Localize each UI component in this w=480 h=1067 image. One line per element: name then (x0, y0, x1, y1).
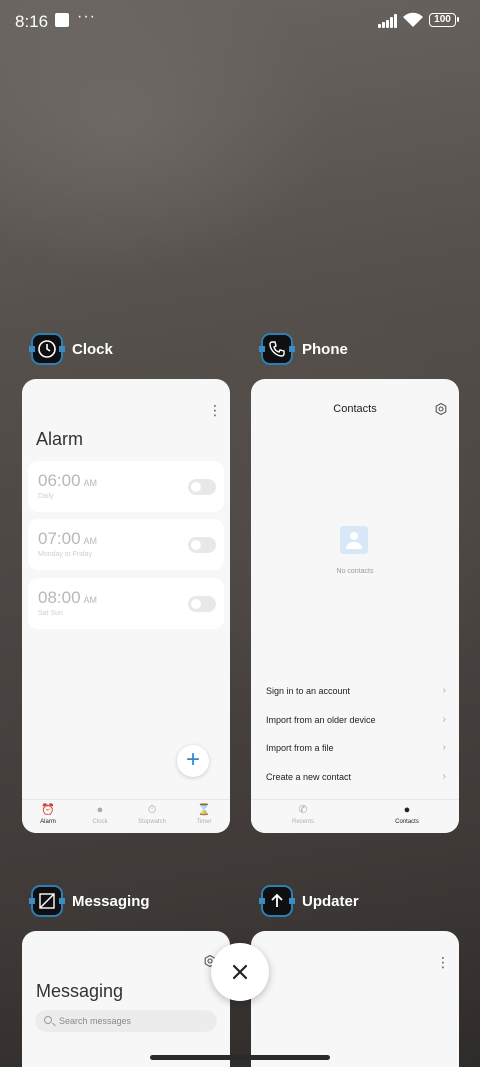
empty-state-text: No contacts (336, 568, 374, 575)
close-icon (232, 964, 248, 980)
app-header-clock[interactable]: Clock (29, 333, 113, 365)
alarm-item[interactable]: 06:00 AM Daily (28, 461, 224, 512)
phone-app-card[interactable]: Contacts No contacts Sign in to an accou… (251, 379, 459, 833)
app-header-messaging[interactable]: Messaging (29, 885, 150, 917)
messaging-app-card[interactable]: Messaging Search messages (22, 931, 230, 1067)
chevron-right-icon: › (442, 714, 446, 725)
alarm-item[interactable]: 08:00 AM Sat Sun (28, 578, 224, 629)
tab-label: Recents (291, 819, 314, 825)
contact-placeholder-icon (340, 526, 368, 554)
wifi-icon (403, 12, 423, 27)
status-time: 8:16 (15, 12, 49, 31)
clock-icon (29, 333, 65, 365)
alarm-item[interactable]: 07:00 AM Monday to Friday (28, 519, 224, 570)
tab-alarm[interactable]: ⏰ Alarm (22, 800, 74, 833)
app-name: Phone (302, 340, 348, 358)
alarm-toggle[interactable] (188, 537, 216, 553)
chevron-right-icon: › (442, 771, 446, 782)
add-alarm-button[interactable]: + (177, 745, 209, 777)
updater-app-card[interactable]: ⋮ (251, 931, 459, 1067)
search-placeholder: Search messages (59, 1016, 132, 1026)
chevron-right-icon: › (442, 742, 446, 753)
more-options-icon[interactable]: ⋮ (436, 955, 450, 969)
alarm-ampm: AM (83, 478, 98, 488)
phone-handset-icon: ✆ (298, 804, 308, 816)
alarm-time: 08:00 (38, 588, 81, 607)
action-label: Create a new contact (266, 772, 352, 782)
clock-tab-bar: ⏰ Alarm ● Clock ⏱ Stopwatch ⌛ Timer (22, 799, 230, 833)
phone-icon (259, 333, 295, 365)
tab-label: Alarm (40, 819, 56, 825)
app-name: Updater (302, 892, 359, 910)
battery-icon: 100 (429, 13, 459, 27)
action-label: Sign in to an account (266, 686, 351, 696)
app-name: Messaging (72, 892, 150, 910)
import-older-device-action[interactable]: Import from an older device › (266, 714, 446, 725)
app-name: Clock (72, 340, 113, 358)
tab-contacts[interactable]: ● Contacts (355, 800, 459, 833)
import-file-action[interactable]: Import from a file › (266, 742, 446, 753)
screen-title: Messaging (36, 981, 124, 1001)
tab-recents[interactable]: ✆ Recents (251, 800, 355, 833)
alarm-icon: ⏰ (41, 804, 55, 816)
sign-in-account-action[interactable]: Sign in to an account › (266, 685, 446, 696)
search-messages-input[interactable]: Search messages (35, 1010, 217, 1032)
alarm-time: 06:00 (38, 471, 81, 490)
settings-icon[interactable] (435, 403, 447, 415)
alarm-toggle[interactable] (188, 596, 216, 612)
alarm-ampm: AM (83, 595, 98, 605)
alarm-time: 07:00 (38, 529, 81, 548)
screen-title: Alarm (36, 429, 84, 449)
clock-app-card[interactable]: ⋮ Alarm 06:00 AM Daily 07:00 AM Monday to … (22, 379, 230, 833)
clock-tab-icon: ● (96, 804, 104, 816)
tab-clock[interactable]: ● Clock (74, 800, 126, 833)
tab-label: Contacts (395, 819, 419, 825)
signal-icon (378, 14, 398, 28)
search-icon (44, 1016, 52, 1024)
alarm-toggle[interactable] (188, 479, 216, 495)
hourglass-icon: ⌛ (197, 804, 211, 816)
updater-icon (259, 885, 295, 917)
app-header-updater[interactable]: Updater (259, 885, 359, 917)
screen-title: Contacts (333, 403, 377, 415)
tab-label: Clock (92, 819, 108, 825)
status-bar: 8:16 ··· 100 (0, 0, 480, 44)
tab-label: Stopwatch (137, 819, 167, 825)
alarm-repeat: Daily (38, 493, 54, 500)
person-icon: ● (403, 804, 411, 816)
gesture-home-bar[interactable] (150, 1055, 330, 1060)
stopwatch-icon: ⏱ (147, 804, 157, 816)
more-notifications-icon: ··· (77, 8, 96, 25)
tab-label: Timer (196, 819, 212, 825)
tab-timer[interactable]: ⌛ Timer (178, 800, 230, 833)
app-header-phone[interactable]: Phone (259, 333, 348, 365)
more-options-icon[interactable]: ⋮ (208, 403, 222, 417)
phone-tab-bar: ✆ Recents ● Contacts (251, 799, 459, 833)
messaging-icon (29, 885, 65, 917)
action-label: Import from a file (266, 743, 334, 753)
close-all-button[interactable] (211, 943, 269, 1001)
tab-stopwatch[interactable]: ⏱ Stopwatch (126, 800, 178, 833)
alarm-repeat: Monday to Friday (38, 551, 93, 558)
alarm-ampm: AM (83, 536, 98, 546)
notification-square-icon (55, 13, 69, 27)
create-contact-action[interactable]: Create a new contact › (266, 771, 446, 782)
chevron-right-icon: › (442, 685, 446, 696)
alarm-repeat: Sat Sun (38, 610, 63, 617)
action-label: Import from an older device (266, 715, 376, 725)
